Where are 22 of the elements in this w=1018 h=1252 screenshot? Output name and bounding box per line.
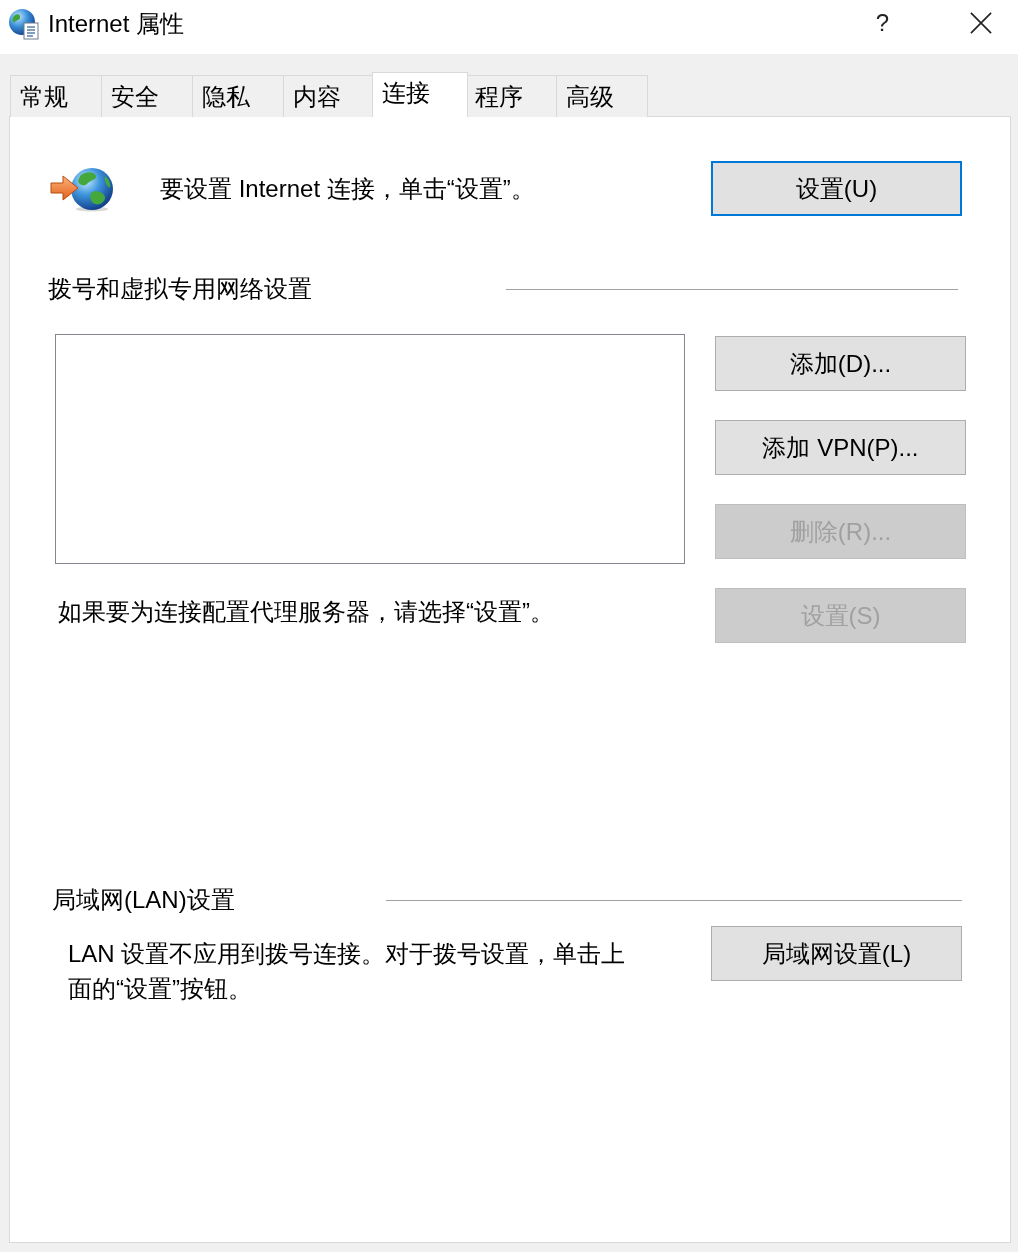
tab[interactable]: 高级 <box>556 75 648 117</box>
group-heading: 局域网(LAN)设置 <box>52 885 235 915</box>
connection-instruction: 要设置 Internet 连接，单击“设置”。 <box>160 173 535 204</box>
lan-description: LAN 设置不应用到拨号连接。对于拨号设置，单击上面的“设置”按钮。 <box>68 939 627 1004</box>
arrow-globe-icon <box>50 165 114 212</box>
close-button[interactable] <box>970 12 992 34</box>
tab[interactable]: 程序 <box>465 75 557 117</box>
tab[interactable]: 隐私 <box>192 75 284 117</box>
dialup-button[interactable]: 添加 VPN(P)... <box>715 420 966 475</box>
close-icon <box>970 12 992 34</box>
proxy-instruction: 如果要为连接配置代理服务器，请选择“设置”。 <box>58 597 555 627</box>
tab[interactable]: 安全 <box>101 75 193 117</box>
setup-button[interactable]: 设置(U) <box>711 161 962 216</box>
help-button[interactable]: ? <box>871 9 893 37</box>
tab[interactable]: 连接 <box>372 72 468 117</box>
lan-settings-button[interactable]: 局域网设置(L) <box>711 926 962 981</box>
group-heading: 拨号和虚拟专用网络设置 <box>48 274 312 304</box>
globe-document-icon <box>8 8 40 40</box>
tab[interactable]: 常规 <box>10 75 102 117</box>
tab[interactable]: 内容 <box>283 75 375 117</box>
dialup-button[interactable]: 添加(D)... <box>715 336 966 391</box>
window-title: Internet 属性 <box>48 9 185 39</box>
